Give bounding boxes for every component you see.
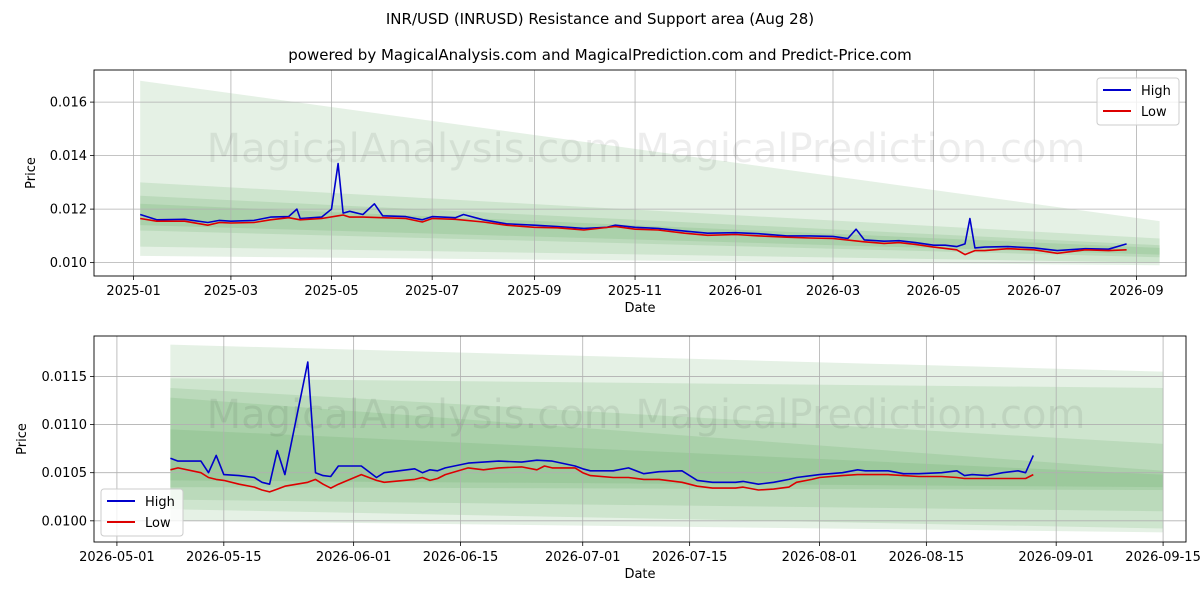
x-axis-label: Date (624, 301, 655, 316)
x-tick-label: 2026-05-15 (186, 550, 262, 565)
legend-label-low: Low (145, 516, 171, 531)
y-tick-label: 0.0115 (42, 370, 88, 385)
x-tick-label: 2026-08-01 (782, 550, 858, 565)
x-tick-label: 2026-09-01 (1018, 550, 1094, 565)
legend: High Low (100, 488, 184, 537)
chart-recent-zoom: 2026-05-01 2026-05-15 2026-06-01 2026-06-15… (15, 335, 1200, 582)
y-tick-label: 0.0105 (42, 466, 88, 481)
x-tick-label: 2026-09-15 (1125, 550, 1200, 565)
legend-label-high: High (1141, 84, 1171, 99)
x-tick-label: 2025-07 (405, 284, 459, 299)
figure: 2025-01 2025-03 2025-05 2025-07 2025-09 2025-… (15, 69, 1200, 582)
x-tick-label: 2026-07 (1007, 284, 1061, 299)
x-tick-label: 2025-03 (204, 284, 258, 299)
watermark: MagicalAnalysis.com MagicalPrediction.co… (207, 392, 1086, 438)
x-tick-label: 2025-05 (304, 284, 358, 299)
chart-full-history: 2025-01 2025-03 2025-05 2025-07 2025-09 2025-… (24, 69, 1187, 316)
y-tick-label: 0.0110 (42, 418, 88, 433)
x-tick-label: 2025-11 (608, 284, 662, 299)
y-tick-label: 0.016 (50, 96, 87, 111)
y-axis-label: Price (15, 423, 30, 455)
y-axis-label: Price (24, 157, 39, 189)
x-tick-label: 2026-05-01 (79, 550, 155, 565)
legend-label-high: High (145, 495, 175, 510)
x-tick-label: 2026-08-15 (889, 550, 965, 565)
x-tick-label: 2026-05 (906, 284, 960, 299)
x-tick-label: 2026-06-01 (316, 550, 392, 565)
x-tick-label: 2026-01 (709, 284, 763, 299)
x-tick-label: 2026-06-15 (423, 550, 499, 565)
x-tick-label: 2026-03 (806, 284, 860, 299)
y-tick-label: 0.0100 (42, 514, 88, 529)
x-tick-label: 2026-07-01 (545, 550, 621, 565)
legend: High Low (1096, 77, 1180, 126)
x-axis-label: Date (624, 567, 655, 582)
x-tick-label: 2025-01 (106, 284, 160, 299)
support-resistance-bands (140, 80, 1160, 266)
x-tick-label: 2026-09 (1109, 284, 1163, 299)
legend-label-low: Low (1141, 105, 1167, 120)
support-resistance-bands (170, 344, 1164, 533)
x-tick-label: 2025-09 (507, 284, 561, 299)
y-tick-label: 0.014 (50, 149, 87, 164)
y-tick-label: 0.012 (50, 203, 87, 218)
x-tick-label: 2026-07-15 (652, 550, 728, 565)
y-tick-label: 0.010 (50, 256, 87, 271)
